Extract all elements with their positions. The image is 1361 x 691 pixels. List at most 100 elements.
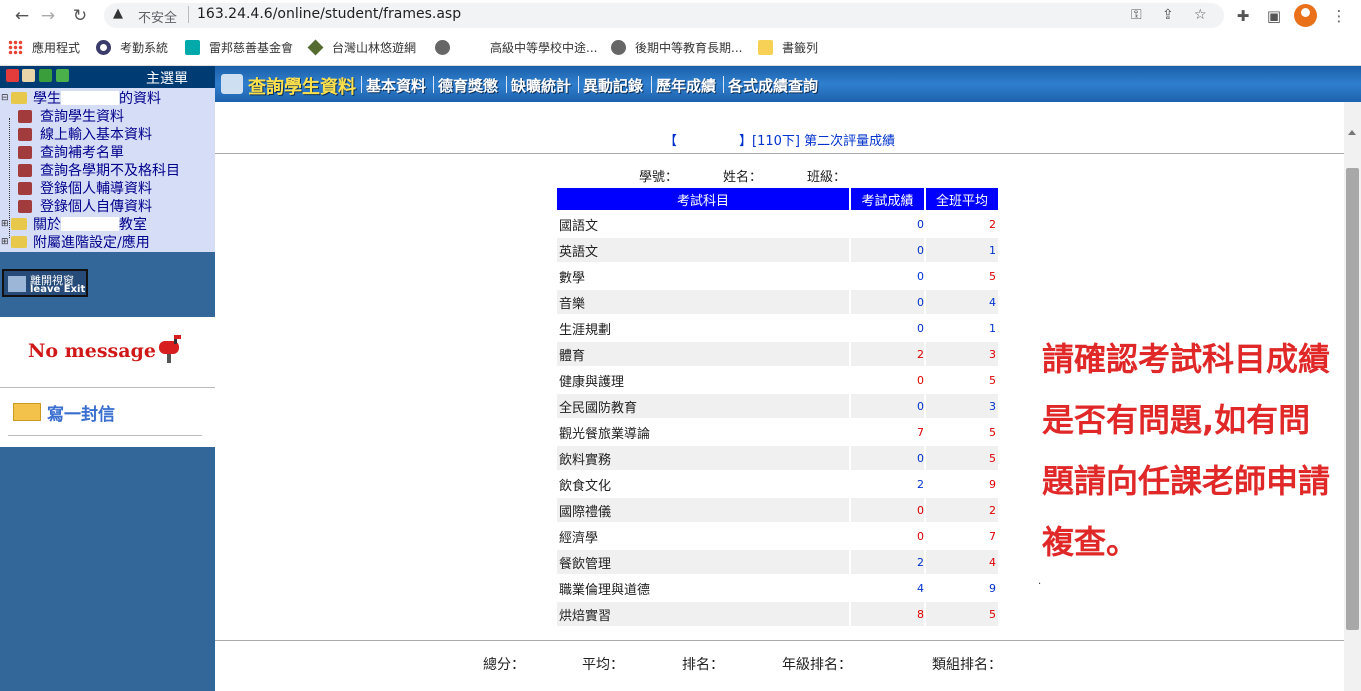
tree-node-advanced[interactable]: ⊞ 附屬進階設定/應用 — [1, 233, 150, 251]
close-icon[interactable] — [6, 69, 19, 82]
name-label: 姓名： — [723, 170, 763, 185]
bookmark-foundation[interactable]: 雷邦慈善基金會 — [185, 38, 293, 56]
class-avg-cell: 3 — [926, 394, 998, 418]
score-cell: 4 — [917, 581, 924, 595]
divider — [8, 435, 202, 436]
table-row: 飲食文化 2 9 — [557, 472, 998, 496]
subject-cell: 體育 — [557, 342, 849, 366]
nav-grade-queries[interactable]: 各式成績查詢 — [728, 75, 818, 96]
warning-icon[interactable]: ▲ — [113, 6, 123, 21]
nav-separator — [651, 76, 652, 93]
bookmark-attendance[interactable]: 考勤系統 — [96, 38, 168, 56]
table-row: 烘焙實習 8 5 — [557, 602, 998, 626]
bookmark-forest[interactable]: 台灣山林悠遊網 — [307, 38, 416, 56]
menu-item-autobiography[interactable]: 登錄個人自傳資料 — [18, 197, 152, 215]
scroll-thumb[interactable] — [1346, 168, 1359, 630]
class-label: 班級： — [807, 170, 847, 185]
grade-rank-label: 年級排名： — [782, 657, 852, 673]
class-avg-cell: 9 — [989, 581, 996, 595]
book-icon — [18, 109, 32, 123]
browser-toolbar: ← → ↻ ▲ 不安全 163.24.4.6/online/student/fr… — [0, 0, 1361, 32]
leave-exit-button[interactable]: 離開視窗 leave Exit — [2, 269, 88, 297]
class-avg-cell: 5 — [926, 602, 998, 626]
nav-historic-grades[interactable]: 歷年成績 — [656, 75, 716, 96]
table-row: 職業倫理與道德 4 9 — [557, 576, 998, 600]
table-row: 國語文 0 2 — [557, 212, 998, 236]
book-icon — [18, 199, 32, 213]
class-avg-cell: 2 — [926, 498, 998, 522]
nav-separator — [433, 76, 434, 93]
menu-item-query-student[interactable]: 查詢學生資料 — [18, 107, 124, 125]
tree-node-about[interactable]: ⊞ 關於 教室 — [1, 215, 147, 233]
back-icon[interactable]: ← — [10, 4, 34, 28]
subject-cell: 英語文 — [557, 238, 849, 262]
menu-item-failed-subjects[interactable]: 查詢各學期不及格科目 — [18, 161, 180, 179]
browser-chrome: ← → ↻ ▲ 不安全 163.24.4.6/online/student/fr… — [0, 0, 1361, 66]
scrollbar[interactable] — [1344, 102, 1361, 691]
menu-item-counseling[interactable]: 登錄個人輔導資料 — [18, 179, 152, 197]
bookmark-dropout[interactable]: 高級中等學校中途... — [490, 38, 597, 56]
bookmark-folder[interactable]: 書籤列 — [758, 38, 818, 56]
class-avg-cell: 2 — [989, 217, 996, 231]
forward-icon[interactable]: → — [36, 4, 60, 28]
divider — [0, 387, 215, 388]
tree-root-student[interactable]: ⊟ 學生 的資料 — [1, 89, 161, 107]
score-cell: 0 — [851, 498, 924, 522]
score-cell: 0 — [917, 269, 924, 283]
table-row: 英語文 0 1 — [557, 238, 998, 262]
bookmark-label: 高級中等學校中途... — [490, 40, 598, 55]
subject-cell: 飲食文化 — [559, 478, 612, 494]
nav-change-records[interactable]: 異動記錄 — [583, 75, 643, 96]
write-letter-link[interactable]: 寫一封信 — [47, 400, 115, 425]
reload-icon[interactable]: ↻ — [68, 4, 92, 28]
open-folder-icon — [11, 92, 27, 104]
bookmark-globe[interactable] — [435, 38, 459, 56]
table-row: 觀光餐旅業導論 7 5 — [557, 420, 998, 444]
nav-separator — [578, 76, 579, 93]
star-icon[interactable]: ☆ — [1194, 7, 1207, 23]
expand-icon[interactable]: ⊞ — [1, 237, 9, 247]
subject-cell: 數學 — [559, 270, 586, 286]
bookmark-longterm[interactable]: 後期中等教育長期... — [611, 38, 742, 56]
address-bar[interactable]: ▲ 不安全 163.24.4.6/online/student/frames.a… — [104, 3, 1224, 28]
scroll-up-icon[interactable] — [1348, 130, 1356, 135]
menu-item-label: 登錄個人輔導資料 — [40, 181, 152, 197]
subject-cell: 觀光餐旅業導論 — [559, 426, 651, 442]
menu-item-label: 登錄個人自傳資料 — [40, 199, 152, 215]
score-cell: 7 — [917, 425, 924, 439]
menu-item-makeup-list[interactable]: 查詢補考名單 — [18, 143, 124, 161]
tree-label: 教室 — [119, 217, 147, 233]
score-cell: 2 — [851, 550, 924, 574]
bookmark-apps[interactable]: 應用程式 — [8, 38, 80, 56]
divider — [215, 153, 1344, 154]
bookmark-label: 考勤系統 — [120, 40, 169, 55]
excel-icon[interactable] — [56, 69, 69, 82]
expand-icon[interactable]: ⊞ — [1, 219, 9, 229]
nav-moral-rewards[interactable]: 德育獎懲 — [438, 75, 498, 96]
nav-current-query-student[interactable]: 查詢學生資料 — [248, 73, 356, 99]
refresh-icon[interactable] — [39, 69, 52, 82]
collapse-icon[interactable]: ⊟ — [1, 93, 9, 103]
menu-header: 主選單 — [0, 66, 215, 88]
profile-avatar[interactable] — [1294, 4, 1317, 27]
key-icon[interactable]: ⚿ — [1131, 7, 1142, 23]
book-icon — [18, 145, 32, 159]
menu-kebab-icon[interactable]: ⋮ — [1327, 4, 1351, 28]
menu-item-input-basic[interactable]: 線上輸入基本資料 — [18, 125, 152, 143]
nav-basic-info[interactable]: 基本資料 — [366, 75, 426, 96]
bookmark-label: 書籤列 — [782, 40, 819, 55]
left-frame: 主選單 ⊟ 學生 的資料 查詢學生資料 線上輸入基本資料 查詢補考名單 查詢各學… — [0, 66, 215, 691]
student-info-row: 學號： 姓名： 班級： — [639, 166, 891, 185]
security-label[interactable]: 不安全 — [138, 7, 177, 26]
envelope-icon[interactable] — [13, 403, 41, 421]
menu-item-label: 查詢補考名單 — [40, 145, 124, 161]
url-text[interactable]: 163.24.4.6/online/student/frames.asp — [197, 6, 461, 22]
bookmarks-bar: 應用程式 考勤系統 雷邦慈善基金會 台灣山林悠遊網 高級中等學校中途... 後期… — [0, 35, 1361, 59]
score-cell: 2 — [851, 342, 924, 366]
mailbox-icon[interactable] — [156, 333, 182, 363]
extensions-icon[interactable]: ✚ — [1231, 4, 1255, 28]
share-icon[interactable]: ⇪ — [1162, 7, 1174, 23]
home-icon[interactable] — [22, 69, 35, 82]
sidepanel-icon[interactable]: ▣ — [1262, 4, 1286, 28]
nav-absence-stats[interactable]: 缺曠統計 — [511, 75, 571, 96]
